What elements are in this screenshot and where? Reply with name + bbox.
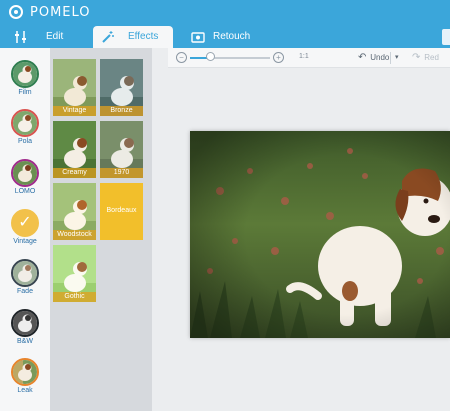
lomo-thumbnail [11, 159, 39, 187]
effect-name: Bordeaux [106, 207, 137, 214]
undo-history-dropdown[interactable]: ▾ [395, 51, 399, 65]
tab-edit-label: Edit [46, 31, 64, 42]
fade-thumbnail [11, 259, 39, 287]
zoom-slider[interactable] [190, 57, 270, 59]
category-vintage[interactable]: ✓ Vintage [0, 209, 50, 259]
tab-retouch-label: Retouch [213, 31, 251, 42]
checkmark-icon: ✓ [18, 214, 32, 231]
edited-photo[interactable] [190, 131, 450, 338]
category-label: LOMO [14, 188, 36, 195]
tab-retouch[interactable]: Retouch [185, 26, 285, 48]
effect-vintage[interactable]: Vintage [53, 59, 96, 116]
category-label: Fade [17, 288, 33, 295]
retouch-icon [191, 30, 205, 44]
film-thumbnail [11, 60, 39, 88]
zoom-slider-handle[interactable] [206, 52, 215, 61]
effect-name: 1970 [100, 168, 143, 178]
canvas-toolbar: − + 1:1 ↶ Undo ▾ ↷ Red [168, 48, 450, 68]
effect-creamy[interactable]: Creamy [53, 121, 96, 178]
category-label: Leak [17, 387, 33, 394]
redo-button[interactable]: ↷ Red [412, 51, 439, 65]
puppy-photo [190, 131, 450, 338]
category-label: Pola [17, 138, 32, 145]
tab-effects-label: Effects [128, 31, 159, 42]
magic-wand-icon [101, 30, 115, 44]
title-bar: POMELO [0, 0, 450, 26]
effect-grid: Vintage Bronze Creamy 1970 Woodstock Bor… [50, 48, 152, 411]
category-lomo[interactable]: LOMO [0, 159, 50, 209]
effect-category-sidebar: Film Pola LOMO ✓ Vintage Fade B&W Leak [0, 48, 50, 411]
zoom-level: 1:1 [299, 53, 309, 60]
sliders-icon [14, 30, 28, 44]
zoom-in-button[interactable]: + [273, 52, 284, 63]
window-control[interactable] [442, 29, 450, 45]
effect-bordeaux[interactable]: Bordeaux [100, 183, 143, 240]
tab-edit[interactable]: Edit [0, 26, 90, 48]
bw-thumbnail [11, 309, 39, 337]
effect-name: Gothic [53, 292, 96, 302]
tab-effects[interactable]: Effects [93, 26, 173, 48]
app-title: POMELO [30, 5, 91, 20]
category-fade[interactable]: Fade [0, 259, 50, 309]
category-pola[interactable]: Pola [0, 109, 50, 159]
effect-name: Woodstock [53, 230, 96, 240]
category-bw[interactable]: B&W [0, 309, 50, 359]
effect-gothic[interactable]: Gothic [53, 245, 96, 302]
leak-thumbnail [11, 358, 39, 386]
category-label: B&W [17, 338, 33, 345]
main-tab-bar: Edit Effects Retouch [0, 26, 450, 48]
effect-1970[interactable]: 1970 [100, 121, 143, 178]
category-film[interactable]: Film [0, 60, 50, 110]
zoom-out-button[interactable]: − [176, 52, 187, 63]
undo-icon: ↶ [358, 52, 367, 63]
pomelo-logo-icon [9, 5, 23, 19]
toolbar-divider [390, 52, 391, 64]
effect-name: Bronze [100, 106, 143, 116]
undo-button[interactable]: ↶ Undo [358, 51, 389, 65]
category-label: Film [18, 89, 32, 96]
redo-icon: ↷ [412, 52, 421, 63]
category-leak[interactable]: Leak [0, 358, 50, 408]
effect-name: Vintage [53, 106, 96, 116]
pola-thumbnail [11, 109, 39, 137]
effect-woodstock[interactable]: Woodstock [53, 183, 96, 240]
effect-name: Creamy [53, 168, 96, 178]
panel-divider [152, 48, 168, 411]
category-label: Vintage [13, 238, 37, 245]
photo-canvas[interactable] [168, 69, 450, 411]
undo-label: Undo [370, 53, 390, 62]
effect-bronze[interactable]: Bronze [100, 59, 143, 116]
redo-label: Red [424, 53, 439, 62]
vintage-thumbnail: ✓ [11, 209, 39, 237]
